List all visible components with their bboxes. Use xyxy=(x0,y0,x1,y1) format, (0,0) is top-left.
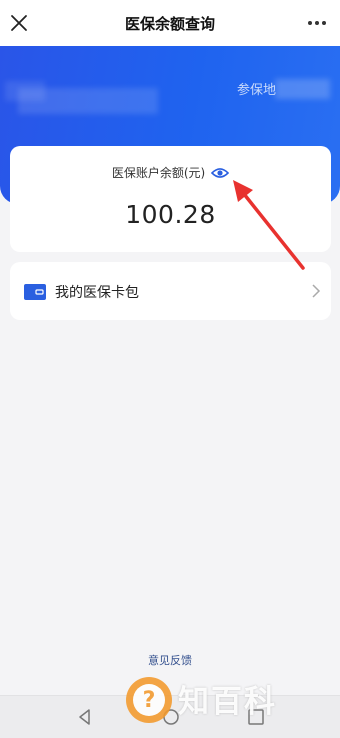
question-mark-icon: ? xyxy=(133,684,165,716)
insured-location-label: 参保地 xyxy=(237,83,277,98)
close-icon[interactable] xyxy=(8,12,30,34)
wallet-icon xyxy=(24,284,46,300)
redacted-info-block xyxy=(18,88,158,114)
balance-label: 医保账户余额(元) xyxy=(111,166,206,180)
eye-icon[interactable] xyxy=(211,166,230,180)
balance-card: 医保账户余额(元) 100.28 xyxy=(10,146,331,252)
feedback-link[interactable]: 意见反馈 xyxy=(0,652,340,668)
balance-amount: 100.28 xyxy=(125,200,216,229)
watermark-text: 知百科 xyxy=(178,684,277,720)
wallet-row[interactable]: 我的医保卡包 xyxy=(10,262,331,320)
watermark-logo: ? xyxy=(126,677,172,723)
wallet-label: 我的医保卡包 xyxy=(55,285,139,301)
back-icon[interactable] xyxy=(76,708,94,726)
more-options-icon[interactable] xyxy=(306,12,328,34)
redacted-location-block xyxy=(275,79,330,99)
chevron-right-icon xyxy=(312,284,321,298)
top-bar: 医保余额查询 xyxy=(0,0,340,46)
page-title: 医保余额查询 xyxy=(124,14,215,33)
